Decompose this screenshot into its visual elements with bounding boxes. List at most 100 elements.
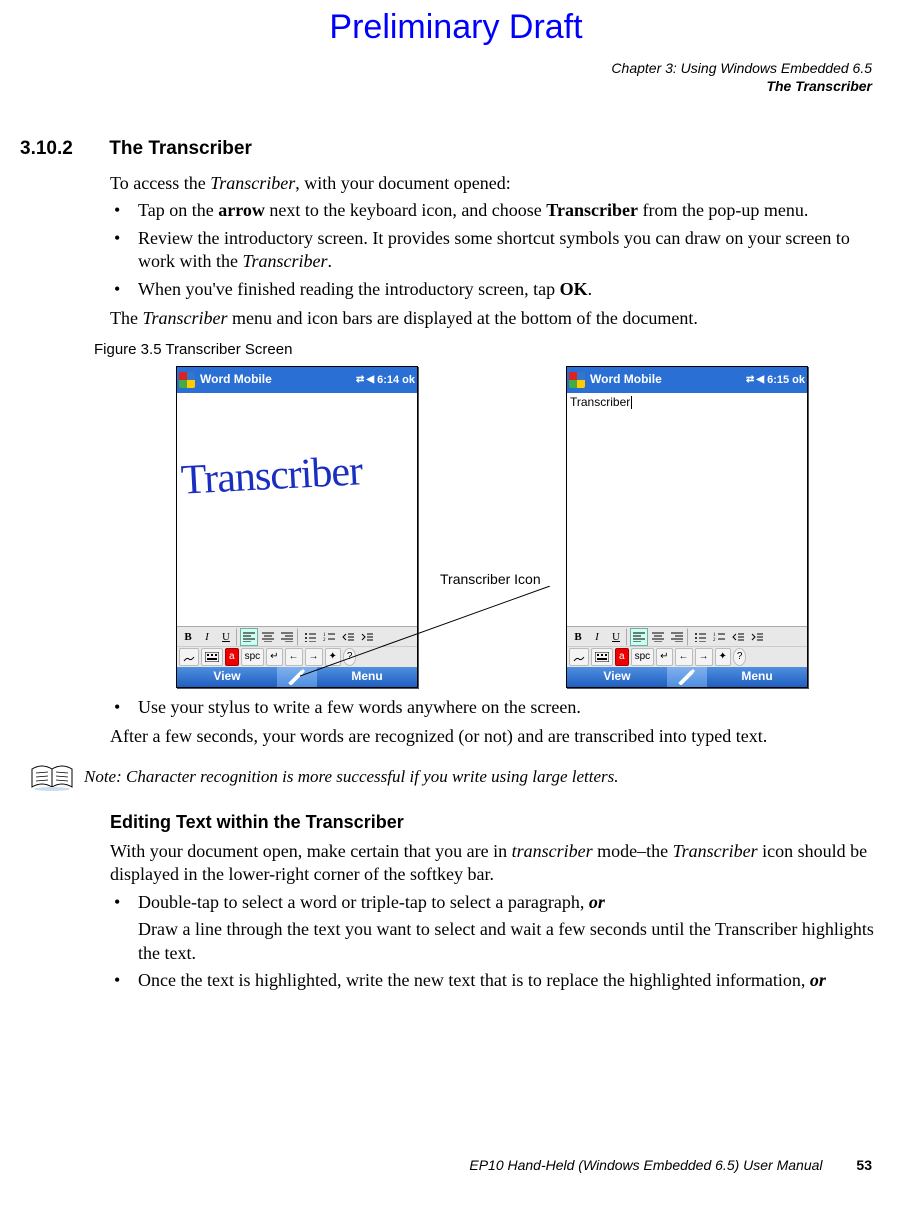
bulleted-list-button[interactable]: [301, 628, 319, 646]
align-center-button[interactable]: [259, 628, 277, 646]
letter-shapes-button[interactable]: a: [225, 648, 239, 666]
device-screenshot-typed: Word Mobile ⇄ ◀ 6:15 ok Transcriber B I …: [566, 366, 808, 688]
page-number: 53: [856, 1157, 872, 1173]
arrow-left-button[interactable]: ←: [285, 648, 303, 666]
text: menu and icon bars are displayed at the …: [228, 308, 698, 328]
titlebar: Word Mobile ⇄ ◀ 6:15 ok: [567, 367, 807, 393]
softkey-bar: View Menu: [177, 667, 417, 687]
italic-button[interactable]: I: [588, 628, 606, 646]
indent-button[interactable]: [748, 628, 766, 646]
manual-title: EP10 Hand-Held (Windows Embedded 6.5) Us…: [469, 1157, 822, 1173]
space-button[interactable]: spc: [631, 648, 655, 666]
separator: [626, 628, 629, 646]
bullet-item: When you've finished reading the introdu…: [110, 278, 884, 301]
outdent-button[interactable]: [729, 628, 747, 646]
align-right-button[interactable]: [278, 628, 296, 646]
underline-button[interactable]: U: [607, 628, 625, 646]
text-bold: OK: [560, 279, 588, 299]
body-content: To access the Transcriber, with your doc…: [110, 168, 884, 998]
text-italic: Transcriber: [142, 308, 227, 328]
sound-icon: ◀: [366, 373, 374, 386]
align-left-button[interactable]: [240, 628, 258, 646]
bold-button[interactable]: B: [569, 628, 587, 646]
text-italic: Transcriber: [210, 173, 295, 193]
arrow-right-button[interactable]: →: [305, 648, 323, 666]
connectivity-icon: ⇄: [356, 373, 364, 386]
transcriber-icon[interactable]: [667, 667, 707, 687]
help-button[interactable]: ?: [733, 648, 747, 666]
numbered-list-button[interactable]: 12: [710, 628, 728, 646]
bullet-list-after-figure: Use your stylus to write a few words any…: [110, 696, 884, 719]
softkey-bar: View Menu: [567, 667, 807, 687]
menu-softkey[interactable]: Menu: [707, 669, 807, 685]
handwriting-mode-button[interactable]: [179, 648, 199, 666]
bullet-item: Use your stylus to write a few words any…: [110, 696, 884, 719]
text-italic: transcriber: [512, 841, 593, 861]
align-center-button[interactable]: [649, 628, 667, 646]
enter-button[interactable]: ↵: [266, 648, 282, 666]
titlebar: Word Mobile ⇄ ◀ 6:14 ok: [177, 367, 417, 393]
titlebar-time: 6:14: [377, 373, 399, 387]
sound-icon: ◀: [756, 373, 764, 386]
letter-shapes-button[interactable]: a: [615, 648, 629, 666]
text: , with your document opened:: [295, 173, 510, 193]
separator: [687, 628, 690, 646]
intro-paragraph: To access the Transcriber, with your doc…: [110, 172, 884, 195]
titlebar-title: Word Mobile: [200, 372, 353, 388]
correction-button[interactable]: ✦: [325, 648, 341, 666]
transcriber-toolbar: a spc ↵ ← → ✦ ?: [567, 646, 807, 667]
numbered-list-button[interactable]: 12: [320, 628, 338, 646]
indent-button[interactable]: [358, 628, 376, 646]
separator: [236, 628, 239, 646]
figure-area: Word Mobile ⇄ ◀ 6:14 ok Transcriber B I …: [110, 366, 884, 692]
post-bullet-paragraph: The Transcriber menu and icon bars are d…: [110, 307, 884, 330]
arrow-right-button[interactable]: →: [695, 648, 713, 666]
outdent-button[interactable]: [339, 628, 357, 646]
enter-button[interactable]: ↵: [656, 648, 672, 666]
handwriting-mode-button[interactable]: [569, 648, 589, 666]
text-italic: Transcriber: [673, 841, 758, 861]
space-button[interactable]: spc: [241, 648, 265, 666]
align-right-button[interactable]: [668, 628, 686, 646]
format-toolbar: B I U: [567, 626, 807, 647]
correction-button[interactable]: ✦: [715, 648, 731, 666]
keyboard-button[interactable]: [201, 648, 223, 666]
keyboard-button[interactable]: [591, 648, 613, 666]
callout-label: Transcriber Icon: [440, 570, 541, 588]
device-screenshot-handwriting: Word Mobile ⇄ ◀ 6:14 ok Transcriber B I …: [176, 366, 418, 688]
bulleted-list-button[interactable]: [691, 628, 709, 646]
bullet-list-1: Tap on the arrow next to the keyboard ic…: [110, 199, 884, 301]
menu-softkey[interactable]: Menu: [317, 669, 417, 685]
underline-button[interactable]: U: [217, 628, 235, 646]
text: Double-tap to select a word or triple-ta…: [138, 892, 589, 912]
subheading: Editing Text within the Transcriber: [110, 811, 884, 834]
titlebar-time: 6:15: [767, 373, 789, 387]
book-icon: [30, 763, 74, 793]
text: .: [588, 279, 593, 299]
bullet-item: Once the text is highlighted, write the …: [110, 969, 884, 992]
text-bold: Transcriber: [546, 200, 638, 220]
ok-button[interactable]: ok: [402, 373, 415, 387]
document-canvas[interactable]: Transcriber: [567, 393, 807, 627]
document-canvas[interactable]: Transcriber: [177, 393, 417, 627]
transcriber-icon[interactable]: [277, 667, 317, 687]
titlebar-title: Word Mobile: [590, 372, 743, 388]
italic-button[interactable]: I: [198, 628, 216, 646]
align-left-button[interactable]: [630, 628, 648, 646]
view-softkey[interactable]: View: [567, 669, 667, 685]
arrow-left-button[interactable]: ←: [675, 648, 693, 666]
help-button[interactable]: ?: [343, 648, 357, 666]
text: Once the text is highlighted, write the …: [138, 970, 810, 990]
ok-button[interactable]: ok: [792, 373, 805, 387]
section-title: The Transcriber: [109, 138, 252, 159]
text-bold: arrow: [218, 200, 265, 220]
preliminary-draft-label: Preliminary Draft: [0, 8, 912, 47]
text: With your document open, make certain th…: [110, 841, 512, 861]
figure-caption: Figure 3.5 Transcriber Screen: [94, 340, 884, 360]
text-bold-italic: or: [810, 970, 826, 990]
windows-flag-icon: [569, 372, 585, 388]
view-softkey[interactable]: View: [177, 669, 277, 685]
bold-button[interactable]: B: [179, 628, 197, 646]
section-heading: 3.10.2 The Transcriber: [20, 138, 252, 160]
format-toolbar: B I U: [177, 626, 417, 647]
